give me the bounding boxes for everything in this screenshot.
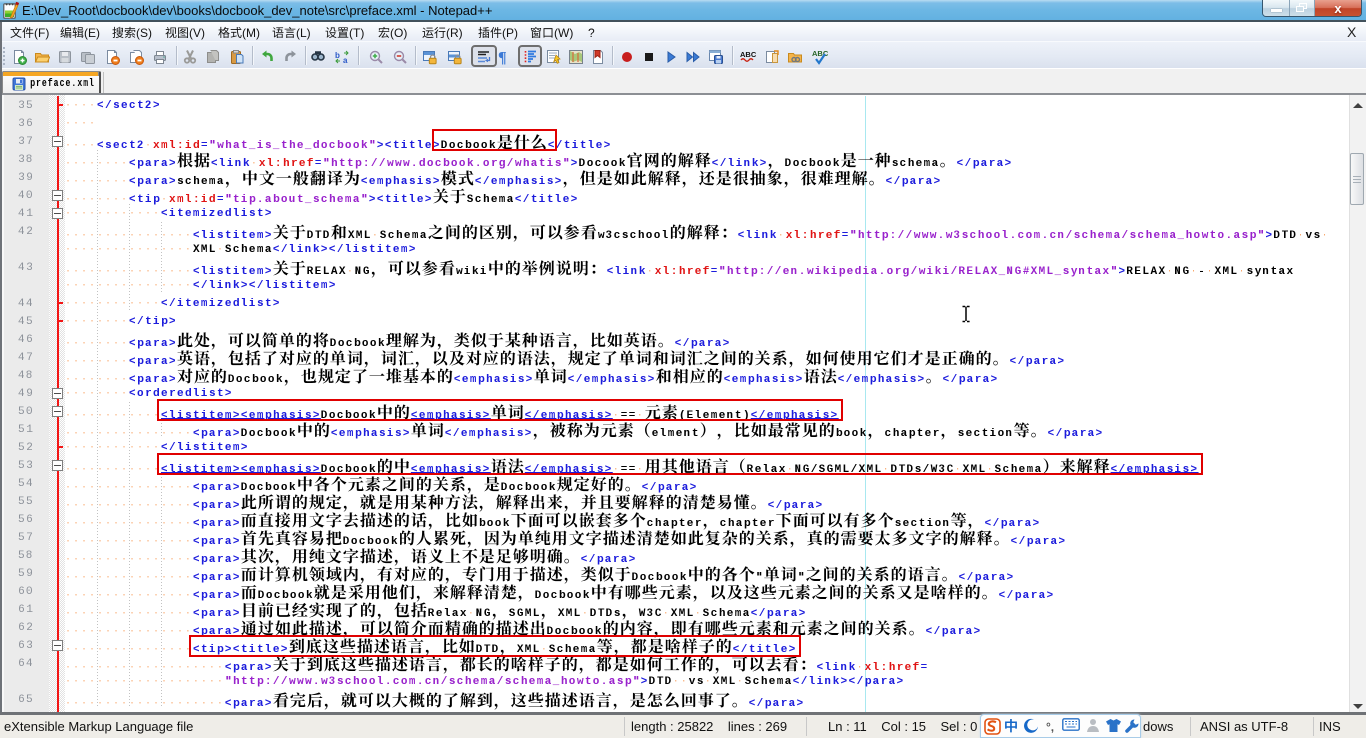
svg-text:b: b (335, 51, 340, 60)
svg-text:ABC: ABC (812, 49, 828, 58)
svg-text:a: a (343, 56, 348, 65)
svg-text:¶: ¶ (498, 50, 507, 66)
svg-text:ABC: ABC (740, 50, 756, 59)
